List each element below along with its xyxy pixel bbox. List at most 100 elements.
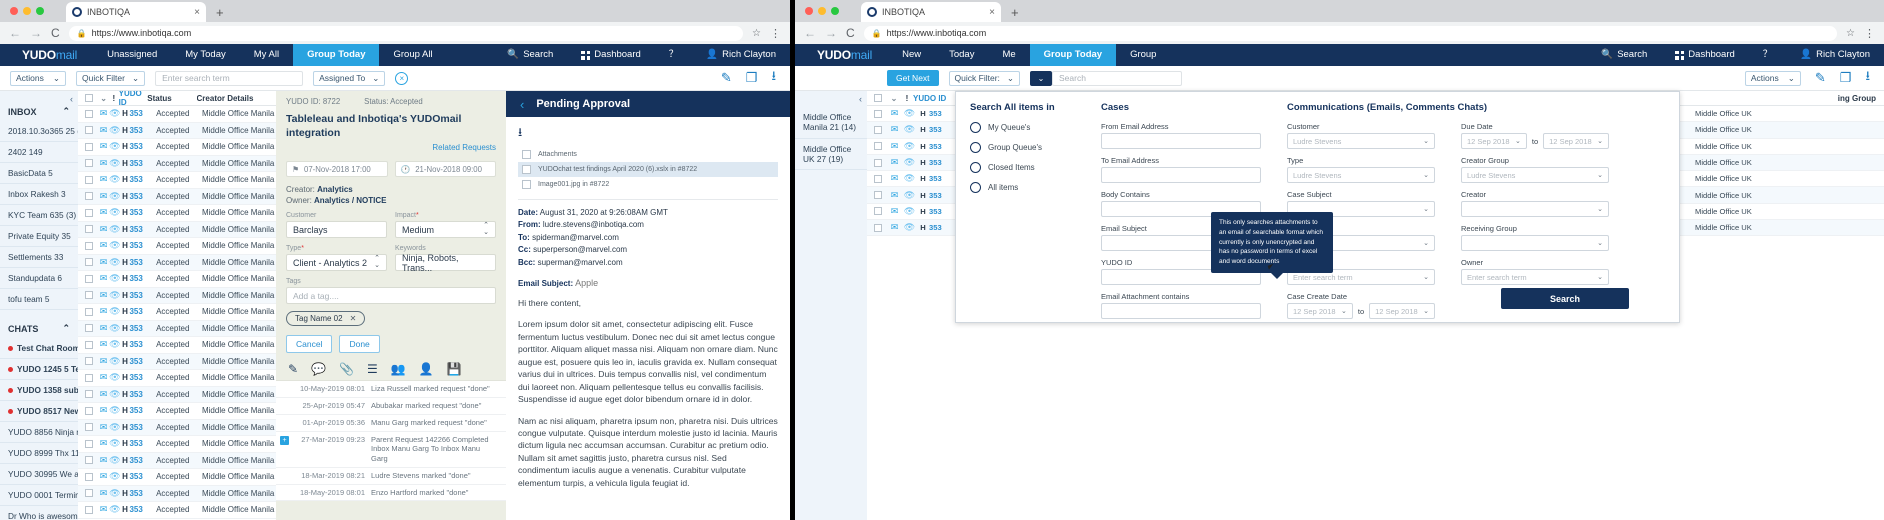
envelope-icon[interactable]: ✉ (98, 224, 109, 235)
row-checkbox[interactable] (85, 505, 93, 514)
sidebar-item-inbox-0[interactable]: 2018.10.3o365 25 (1) (0, 121, 78, 142)
history-row[interactable]: 10-May-2019 08:01 Liza Russell marked req… (276, 381, 506, 399)
save-icon[interactable]: 💾 (447, 362, 462, 376)
eye-icon[interactable]: 👁 (109, 257, 120, 268)
envelope-icon[interactable]: ✉ (98, 240, 109, 251)
eye-icon[interactable]: 👁 (109, 273, 120, 284)
sidebar-item-chat-2[interactable]: YUDO 1358 sub r (0, 380, 78, 401)
envelope-icon[interactable]: ✉ (887, 222, 902, 233)
row-checkbox[interactable] (874, 174, 882, 183)
envelope-icon[interactable]: ✉ (98, 438, 109, 449)
eye-icon[interactable]: 👁 (902, 206, 917, 217)
yudo-id-value[interactable]: 353 (129, 373, 156, 382)
row-checkbox[interactable] (85, 109, 93, 118)
table-row[interactable]: ✉ 👁 H 353 Accepted Middle Office Manila (78, 155, 276, 172)
yudo-id-value[interactable]: 353 (129, 489, 156, 498)
sort-caret-icon[interactable]: ⌄ (887, 94, 901, 103)
list-icon[interactable]: ☰ (367, 362, 378, 376)
new-tab-icon[interactable]: + (1011, 5, 1019, 22)
sidebar-item-chat-6[interactable]: YUDO 30995 We are (0, 464, 78, 485)
envelope-icon[interactable]: ✉ (98, 323, 109, 334)
forward-icon[interactable]: → (825, 26, 837, 40)
yudo-id-value[interactable]: 353 (129, 456, 156, 465)
actions-dropdown[interactable]: Actions ⌄ (1744, 70, 1801, 86)
row-checkbox[interactable] (85, 307, 93, 316)
table-row[interactable]: ✉ 👁 H 353 Accepted Middle Office Manila (78, 172, 276, 189)
eye-icon[interactable]: 👁 (902, 157, 917, 168)
expand-icon[interactable]: + (280, 435, 289, 445)
nav-my-today[interactable]: My Today (171, 44, 239, 66)
eye-icon[interactable]: 👁 (902, 124, 917, 135)
eye-icon[interactable]: 👁 (109, 438, 120, 449)
back-chevron-icon[interactable]: ‹ (520, 97, 524, 112)
sort-caret-icon[interactable]: ⌄ (98, 94, 109, 103)
yudo-id-value[interactable]: 353 (129, 423, 156, 432)
search-input[interactable]: Enter search term (155, 70, 304, 86)
eye-icon[interactable]: 👁 (109, 191, 120, 202)
browser-menu-icon[interactable]: ⋮ (770, 27, 781, 40)
nav-help[interactable]: ？ (1749, 44, 1787, 66)
sidebar-item-chat-3[interactable]: YUDO 8517 New (0, 401, 78, 422)
table-row[interactable]: ✉ 👁 H 353 Accepted Middle Office Manila (78, 502, 276, 519)
sidebar-item-chat-7[interactable]: YUDO 0001 Termina (0, 485, 78, 506)
eye-icon[interactable]: 👁 (109, 240, 120, 251)
app-logo[interactable]: YUDOmail (0, 48, 93, 62)
sidebar-item-inbox-6[interactable]: Settlements 33 (0, 247, 78, 268)
yudo-id-value[interactable]: 353 (129, 225, 156, 234)
envelope-icon[interactable]: ✉ (98, 290, 109, 301)
row-checkbox[interactable] (85, 192, 93, 201)
eye-icon[interactable]: 👁 (109, 389, 120, 400)
yudo-id-value[interactable]: 353 (129, 357, 156, 366)
envelope-icon[interactable]: ✉ (98, 422, 109, 433)
bookmark-star-icon[interactable]: ☆ (752, 28, 761, 39)
nav-unassigned[interactable]: Unassigned (93, 44, 171, 66)
yudo-id-value[interactable]: 353 (129, 258, 156, 267)
type-select[interactable]: Client - Analytics 2 ⌃ ⌄ (286, 254, 387, 272)
eye-icon[interactable]: 👁 (109, 504, 120, 515)
envelope-icon[interactable]: ✉ (98, 207, 109, 218)
address-bar[interactable]: 🔒 https://www.inbotiqa.com (68, 25, 744, 41)
envelope-icon[interactable]: ✉ (98, 174, 109, 185)
row-checkbox[interactable] (85, 472, 93, 481)
eye-icon[interactable]: 👁 (902, 141, 917, 152)
eye-icon[interactable]: 👁 (109, 306, 120, 317)
attach-icon[interactable]: 📎 (339, 362, 354, 376)
tag-input[interactable]: Add a tag.... (286, 287, 496, 305)
app-logo[interactable]: YUDOmail (795, 48, 888, 62)
yudo-id-value[interactable]: 353 (129, 142, 156, 151)
pencil-icon[interactable]: ✎ (1815, 70, 1826, 86)
history-row[interactable]: 25-Apr-2019 05:47 Abubakar marked request… (276, 398, 506, 415)
yudo-id-column-header[interactable]: YUDO ID (119, 91, 148, 107)
table-row[interactable]: ✉ 👁 H 353 Accepted Middle Office Manila (78, 139, 276, 156)
row-checkbox[interactable] (85, 373, 93, 382)
radio-icon[interactable] (970, 122, 981, 133)
yudo-id-value[interactable]: 353 (129, 126, 156, 135)
attachment-row[interactable]: Image001.jpg in #8722 (518, 177, 778, 192)
cases-field-input-1[interactable] (1101, 167, 1261, 183)
table-row[interactable]: ✉ 👁 H 353 Accepted Middle Office Manila (78, 353, 276, 370)
table-row[interactable]: ✉ 👁 H 353 Accepted Middle Office Manila (78, 485, 276, 502)
eye-icon[interactable]: 👁 (109, 174, 120, 185)
eye-icon[interactable]: 👁 (902, 222, 917, 233)
row-checkbox[interactable] (85, 489, 93, 498)
nav-today[interactable]: Today (935, 44, 988, 66)
impact-select[interactable]: Medium ⌃ ⌄ (395, 221, 496, 239)
row-checkbox[interactable] (85, 439, 93, 448)
row-checkbox[interactable] (85, 291, 93, 300)
eye-icon[interactable]: 👁 (109, 422, 120, 433)
right-field-date-from-0[interactable]: 12 Sep 2018 ⌄ (1461, 133, 1527, 149)
table-row[interactable]: ✉ 👁 H 353 Accepted Middle Office Manila (78, 436, 276, 453)
eye-icon[interactable]: 👁 (109, 224, 120, 235)
nav-dashboard[interactable]: Dashboard (1661, 44, 1748, 66)
eye-icon[interactable]: 👁 (109, 339, 120, 350)
eye-icon[interactable]: 👁 (902, 108, 917, 119)
table-row[interactable]: ✉ 👁 H 353 Accepted Middle Office Manila (78, 205, 276, 222)
back-icon[interactable]: ← (804, 26, 816, 40)
envelope-icon[interactable]: ✉ (98, 488, 109, 499)
envelope-icon[interactable]: ✉ (98, 471, 109, 482)
attachment-checkbox[interactable] (522, 165, 531, 174)
close-tab-icon[interactable]: × (194, 7, 200, 18)
yudo-id-value[interactable]: 353 (129, 159, 156, 168)
comms-field-date-from-5[interactable]: 12 Sep 2018 ⌄ (1287, 303, 1353, 319)
pencil-icon[interactable]: ✎ (721, 70, 732, 86)
